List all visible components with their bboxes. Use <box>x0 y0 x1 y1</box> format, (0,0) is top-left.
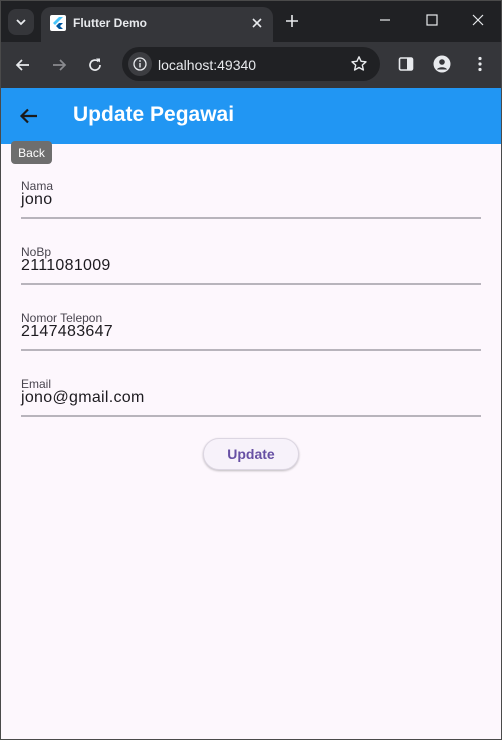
field-value[interactable]: 2111081009 <box>21 257 111 275</box>
bookmark-star-icon[interactable] <box>350 55 368 73</box>
more-menu-icon[interactable] <box>471 55 489 73</box>
back-arrow-icon[interactable] <box>14 56 32 74</box>
browser-toolbar: localhost:49340 <box>0 42 502 88</box>
url-text: localhost:49340 <box>158 57 257 73</box>
email-field[interactable]: Email jono@gmail.com <box>21 377 481 433</box>
info-icon <box>133 57 147 71</box>
field-value[interactable]: jono@gmail.com <box>21 389 145 407</box>
new-tab-icon[interactable] <box>284 13 300 29</box>
field-underline <box>21 283 481 285</box>
nama-field[interactable]: Nama jono <box>21 179 481 235</box>
forward-arrow-icon[interactable] <box>50 56 68 74</box>
back-button[interactable] <box>11 98 47 134</box>
reload-icon[interactable] <box>86 56 104 74</box>
flutter-icon <box>50 15 66 31</box>
profile-avatar-icon[interactable] <box>433 55 451 73</box>
field-underline <box>21 415 481 417</box>
tab-title: Flutter Demo <box>73 16 148 30</box>
update-button[interactable]: Update <box>203 438 299 470</box>
app-bar: Update Pegawai <box>1 88 501 144</box>
maximize-icon[interactable] <box>424 12 440 28</box>
back-tooltip: Back <box>11 141 52 164</box>
page-title: Update Pegawai <box>73 103 235 126</box>
minimize-icon[interactable] <box>377 12 393 28</box>
browser-tabstrip: Flutter Demo <box>0 0 502 42</box>
close-window-icon[interactable] <box>470 12 486 28</box>
nobp-field[interactable]: NoBp 2111081009 <box>21 245 481 301</box>
browser-tab[interactable]: Flutter Demo <box>41 7 273 42</box>
arrow-back-icon <box>19 108 37 124</box>
chevron-down-icon <box>16 19 26 26</box>
field-underline <box>21 217 481 219</box>
app-viewport: Update Pegawai Back Nama jono NoBp 21110… <box>1 88 501 739</box>
field-underline <box>21 349 481 351</box>
field-value[interactable]: jono <box>21 191 52 209</box>
side-panel-icon[interactable] <box>397 55 415 73</box>
nomor-telepon-field[interactable]: Nomor Telepon 2147483647 <box>21 311 481 367</box>
close-tab-icon[interactable] <box>249 15 265 31</box>
field-value[interactable]: 2147483647 <box>21 323 113 341</box>
site-info-button[interactable] <box>128 52 152 76</box>
address-bar[interactable]: localhost:49340 <box>122 47 380 81</box>
tab-search-button[interactable] <box>8 9 34 35</box>
